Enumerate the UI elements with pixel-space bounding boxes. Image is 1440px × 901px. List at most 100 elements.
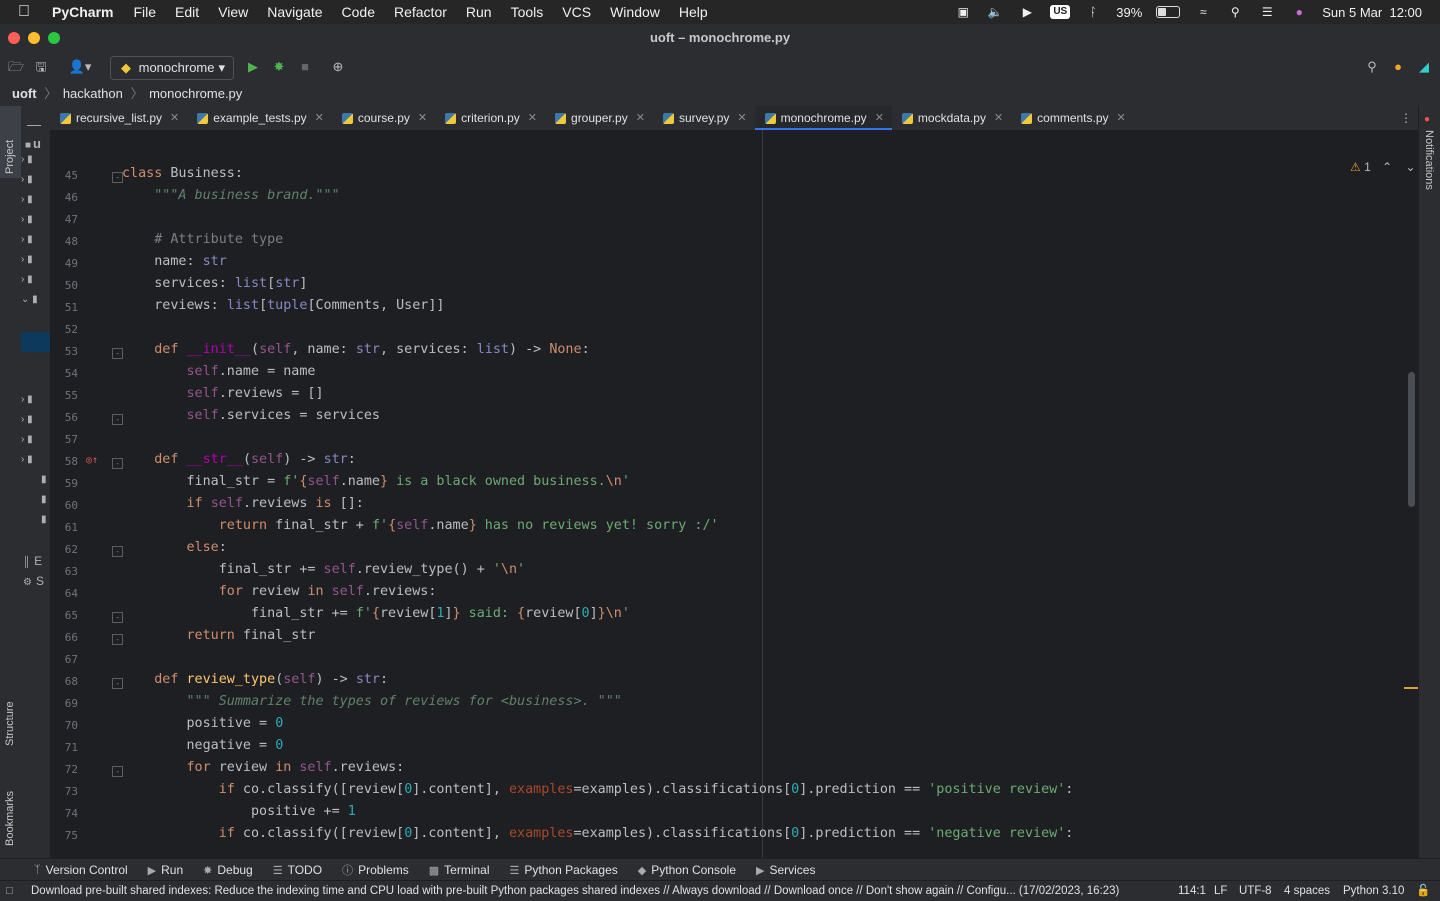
play-icon[interactable]: ▶	[1018, 5, 1036, 19]
line-number[interactable]: 75	[50, 829, 78, 842]
code-line[interactable]: final_str = f'{self.name} is a black own…	[122, 474, 629, 489]
line-number[interactable]: 64	[50, 587, 78, 600]
line-number[interactable]: 56	[50, 411, 78, 424]
wifi-icon[interactable]: ≈	[1194, 5, 1212, 19]
python-packages-tool-button[interactable]: ☰ Python Packages	[510, 863, 618, 877]
line-number[interactable]: 59	[50, 477, 78, 490]
siri-icon[interactable]: ●	[1290, 5, 1308, 19]
code-line[interactable]: services: list[str]	[122, 276, 307, 291]
inspection-widget[interactable]: ⚠ 1 ⌃ ⌄	[1350, 160, 1416, 174]
code-line[interactable]: positive = 0	[122, 716, 283, 731]
line-number-gutter[interactable]: 45-46 47 48 49 50 51 52 53-54 55 56-57 58-59 60 61 62…	[50, 130, 123, 858]
line-number[interactable]: 74	[50, 807, 78, 820]
breadcrumb-project[interactable]: uoft	[12, 86, 37, 101]
bookmarks-tool-button[interactable]: Bookmarks	[4, 791, 16, 846]
vcs-user-icon[interactable]: 👤▾	[66, 58, 94, 76]
tree-item[interactable]: › ▮	[21, 394, 50, 414]
code-line[interactable]: for review in self.reviews:	[122, 760, 405, 775]
vertical-scrollbar[interactable]	[1408, 372, 1415, 507]
previous-highlight-icon[interactable]: ⌃	[1382, 160, 1392, 174]
line-separator[interactable]: LF	[1214, 881, 1227, 901]
code-line[interactable]: class Business:	[122, 166, 243, 181]
line-number[interactable]: 47	[50, 213, 78, 226]
code-line[interactable]: if self.reviews is []:	[122, 496, 364, 511]
line-number[interactable]: 50	[50, 279, 78, 292]
coverage-icon[interactable]: ⊕	[330, 58, 346, 76]
line-number[interactable]: 48	[50, 235, 78, 248]
tree-item[interactable]: › ▮	[21, 254, 50, 274]
menu-vcs[interactable]: VCS	[562, 4, 591, 20]
tree-item[interactable]: › ▮	[21, 414, 50, 434]
menu-run[interactable]: Run	[466, 4, 492, 20]
spotlight-search-icon[interactable]: ⚲	[1226, 5, 1244, 19]
line-number[interactable]: 63	[50, 565, 78, 578]
line-number[interactable]: 65	[50, 609, 78, 622]
menu-file[interactable]: File	[133, 4, 156, 20]
code-line[interactable]: """A business brand."""	[122, 188, 339, 203]
search-everywhere-icon[interactable]: ⚲	[1364, 58, 1380, 76]
tree-item[interactable]: › ▮	[21, 234, 50, 254]
close-tab-icon[interactable]: ✕	[170, 106, 179, 130]
indent-setting[interactable]: 4 spaces	[1284, 881, 1330, 901]
debug-button[interactable]: ✸	[271, 58, 287, 76]
input-source-icon[interactable]: US	[1050, 5, 1071, 19]
close-tab-icon[interactable]: ✕	[994, 106, 1003, 130]
code-line[interactable]: negative = 0	[122, 738, 283, 753]
line-number[interactable]: 51	[50, 301, 78, 314]
code-line[interactable]: # Attribute type	[122, 232, 283, 247]
services-tool-button[interactable]: ▶ Services	[756, 863, 815, 877]
tab-mockdata[interactable]: mockdata.py ✕	[892, 106, 1011, 130]
line-number[interactable]: 53	[50, 345, 78, 358]
breadcrumb-file[interactable]: monochrome.py	[149, 86, 242, 101]
tree-item[interactable]: ▮	[21, 474, 50, 494]
close-tab-icon[interactable]: ✕	[737, 106, 746, 130]
line-number[interactable]: 49	[50, 257, 78, 270]
project-collapse-button[interactable]: —	[21, 116, 50, 136]
notifications-tool-button[interactable]: Notifications	[1423, 130, 1435, 190]
tree-item[interactable]: ▮	[21, 514, 50, 534]
tree-item-selected[interactable]	[21, 332, 50, 352]
tab-more-options-icon[interactable]: ⋮	[1400, 106, 1412, 130]
menu-view[interactable]: View	[218, 4, 248, 20]
caret-position[interactable]: 114:1	[1178, 881, 1206, 901]
close-tab-icon[interactable]: ✕	[528, 106, 537, 130]
project-root[interactable]: ■ u	[21, 136, 50, 156]
line-number[interactable]: 58	[50, 455, 78, 468]
terminal-tool-button[interactable]: ▩ Terminal	[429, 863, 490, 877]
line-number[interactable]: 57	[50, 433, 78, 446]
tree-item[interactable]: › ▮	[21, 214, 50, 234]
tree-item[interactable]: › ▮	[21, 434, 50, 454]
code-line[interactable]: self.reviews = []	[122, 386, 324, 401]
line-number[interactable]: 54	[50, 367, 78, 380]
line-number[interactable]: 45	[50, 169, 78, 182]
tab-comments[interactable]: comments.py ✕	[1011, 106, 1134, 130]
line-number[interactable]: 67	[50, 653, 78, 666]
close-tab-icon[interactable]: ✕	[875, 106, 884, 130]
tree-item[interactable]: › ▮	[21, 454, 50, 474]
tree-item[interactable]: › ▮	[21, 274, 50, 294]
code-line[interactable]: """ Summarize the types of reviews for <…	[122, 694, 621, 709]
menu-tools[interactable]: Tools	[511, 4, 544, 20]
tree-item[interactable]: ⌄ ▮	[21, 294, 50, 314]
run-configuration-selector[interactable]: ◆ monochrome ▾	[110, 56, 234, 80]
line-number[interactable]: 73	[50, 785, 78, 798]
tab-course[interactable]: course.py ✕	[332, 106, 435, 130]
scratches-item[interactable]: ⚙ S	[21, 574, 50, 594]
version-control-tool-button[interactable]: ᛉ Version Control	[34, 863, 128, 877]
code-line[interactable]: reviews: list[tuple[Comments, User]]	[122, 298, 444, 313]
tab-monochrome[interactable]: monochrome.py ✕	[754, 106, 893, 130]
tree-item[interactable]: ▮	[21, 494, 50, 514]
bluetooth-icon[interactable]: ᛛ	[1084, 5, 1102, 19]
tab-grouper[interactable]: grouper.py ✕	[545, 106, 653, 130]
lock-icon[interactable]: 🔓	[1416, 881, 1430, 901]
debug-tool-button[interactable]: ✸ Debug	[203, 863, 253, 877]
close-tab-icon[interactable]: ✕	[315, 106, 324, 130]
tab-survey[interactable]: survey.py ✕	[653, 106, 755, 130]
line-number[interactable]: 52	[50, 323, 78, 336]
tree-item[interactable]: › ▮	[21, 154, 50, 174]
line-number[interactable]: 68	[50, 675, 78, 688]
code-line[interactable]: positive += 1	[122, 804, 356, 819]
file-encoding[interactable]: UTF-8	[1239, 881, 1272, 901]
clock[interactable]: Sun 5 Mar 12:00	[1322, 5, 1422, 20]
menu-refactor[interactable]: Refactor	[394, 4, 447, 20]
